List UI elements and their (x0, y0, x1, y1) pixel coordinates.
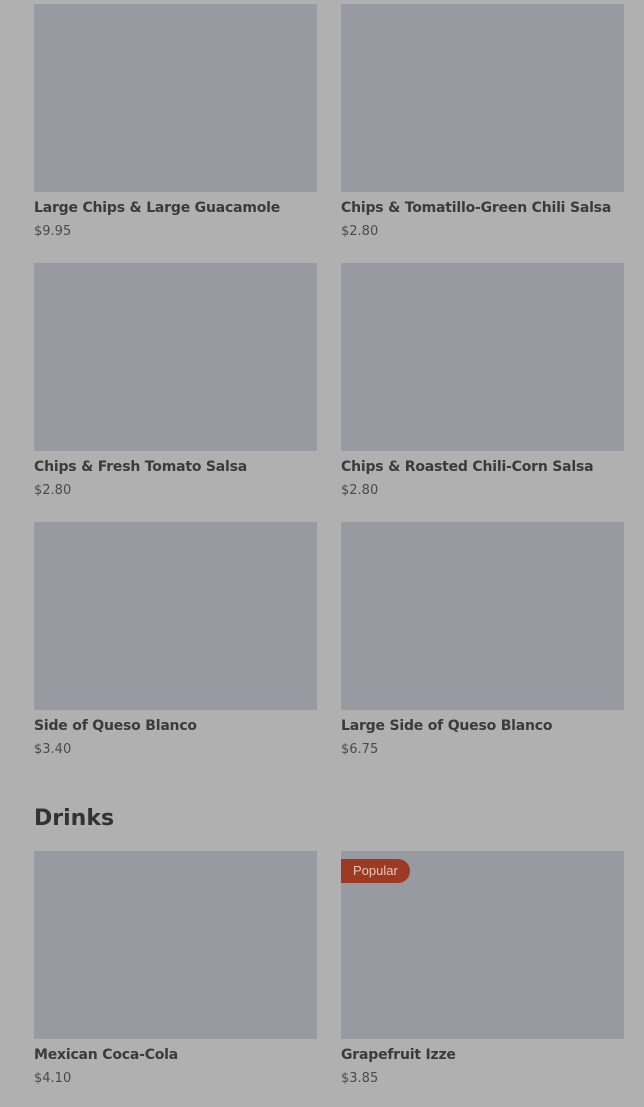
menu-item-image[interactable] (34, 263, 317, 451)
drinks-section-title: Drinks (34, 806, 115, 831)
menu-item-card[interactable]: Popular Grapefruit Izze $3.85 (341, 851, 624, 1087)
menu-item-name: Large Chips & Large Guacamole (34, 200, 281, 216)
menu-item-card[interactable]: Chips & Fresh Tomato Salsa $2.80 (34, 263, 317, 499)
menu-item-name: Chips & Fresh Tomato Salsa (34, 459, 248, 475)
menu-item-name: Mexican Coca-Cola (34, 1047, 179, 1063)
menu-item-image[interactable] (341, 263, 624, 451)
menu-item-image[interactable]: Popular (341, 851, 624, 1039)
menu-item-image[interactable] (34, 4, 317, 192)
menu-item-image[interactable] (34, 522, 317, 710)
menu-item-price: $6.75 (341, 742, 379, 757)
menu-item-price: $4.10 (34, 1071, 72, 1086)
menu-item-card[interactable]: Side of Queso Blanco $3.40 (34, 522, 317, 758)
menu-items-grid: Large Chips & Large Guacamole $9.95 Chip… (34, 4, 624, 758)
menu-item-image[interactable] (34, 851, 317, 1039)
popular-badge: Popular (341, 859, 410, 883)
drinks-grid: Mexican Coca-Cola $4.10 Popular Grapefru… (34, 851, 624, 1087)
menu-item-price: $9.95 (34, 224, 72, 239)
menu-item-name: Large Side of Queso Blanco (341, 718, 553, 734)
menu-item-name: Grapefruit Izze (341, 1047, 456, 1063)
menu-item-card[interactable]: Mexican Coca-Cola $4.10 (34, 851, 317, 1087)
menu-item-name: Side of Queso Blanco (34, 718, 197, 734)
menu-item-name: Chips & Roasted Chili-Corn Salsa (341, 459, 594, 475)
menu-item-price: $2.80 (341, 224, 379, 239)
menu-item-price: $3.40 (34, 742, 72, 757)
menu-item-price: $2.80 (341, 483, 379, 498)
menu-item-name: Chips & Tomatillo-Green Chili Salsa (341, 200, 612, 216)
menu-item-image[interactable] (341, 522, 624, 710)
menu-item-card[interactable]: Chips & Roasted Chili-Corn Salsa $2.80 (341, 263, 624, 499)
menu-item-card[interactable]: Chips & Tomatillo-Green Chili Salsa $2.8… (341, 4, 624, 240)
menu-item-price: $3.85 (341, 1071, 379, 1086)
menu-item-card[interactable]: Large Side of Queso Blanco $6.75 (341, 522, 624, 758)
menu-item-image[interactable] (341, 4, 624, 192)
menu-item-price: $2.80 (34, 483, 72, 498)
menu-item-card[interactable]: Large Chips & Large Guacamole $9.95 (34, 4, 317, 240)
